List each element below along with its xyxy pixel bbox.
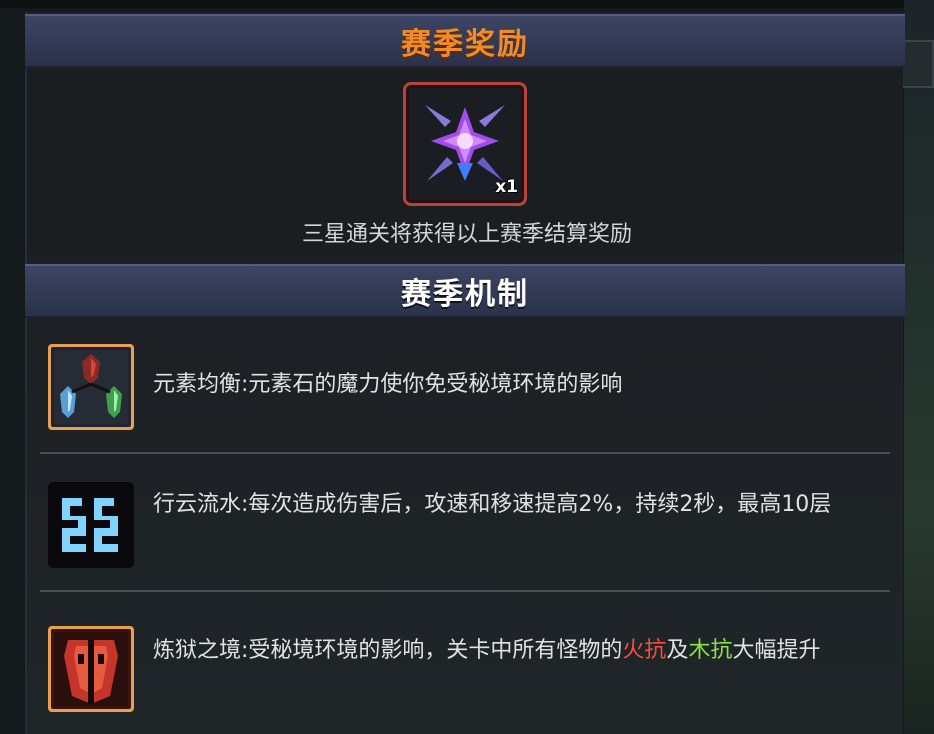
mechanic-text: 行云流水:每次造成伤害后，攻速和移速提高2%，持续2秒，最高10层 (153, 492, 832, 517)
season-reward-header: 赛季奖励 (25, 14, 905, 68)
background-scene (904, 0, 934, 734)
background-top (0, 0, 934, 8)
wood-resistance-highlight: 木抗 (688, 638, 733, 663)
season-mechanics-header: 赛季机制 (25, 264, 905, 318)
mechanic-text: 炼狱之境:受秘境环境的影响，关卡中所有怪物的火抗及木抗大幅提升 (153, 636, 891, 666)
season-mechanics-title: 赛季机制 (401, 277, 529, 312)
fire-wood-shield-icon (48, 626, 134, 712)
mechanic-item-flowing-clouds: 行云流水:每次造成伤害后，攻速和移速提高2%，持续2秒，最高10层 (40, 482, 890, 572)
reward-item-slot[interactable]: x1 (403, 82, 527, 206)
fire-resistance-highlight: 火抗 (622, 638, 667, 663)
mechanic-text-part: 大幅提升 (732, 638, 821, 663)
divider (40, 452, 890, 454)
mechanic-text: 元素均衡:元素石的魔力使你免受秘境环境的影响 (153, 372, 623, 397)
reward-description: 三星通关将获得以上赛季结算奖励 (301, 222, 632, 247)
mechanic-text-part: 炼狱之境:受秘境环境的影响，关卡中所有怪物的 (153, 638, 623, 663)
divider (40, 590, 890, 592)
season-reward-title: 赛季奖励 (401, 27, 529, 62)
cloud-swirl-icon (48, 482, 134, 568)
mechanic-item-purgatory: 炼狱之境:受秘境环境的影响，关卡中所有怪物的火抗及木抗大幅提升 (40, 626, 890, 716)
mechanic-text-part: 及 (666, 638, 689, 663)
mechanic-item-element-balance: 元素均衡:元素石的魔力使你免受秘境环境的影响 (40, 344, 890, 434)
element-stones-icon (48, 344, 134, 430)
reward-quantity: x1 (495, 177, 518, 197)
